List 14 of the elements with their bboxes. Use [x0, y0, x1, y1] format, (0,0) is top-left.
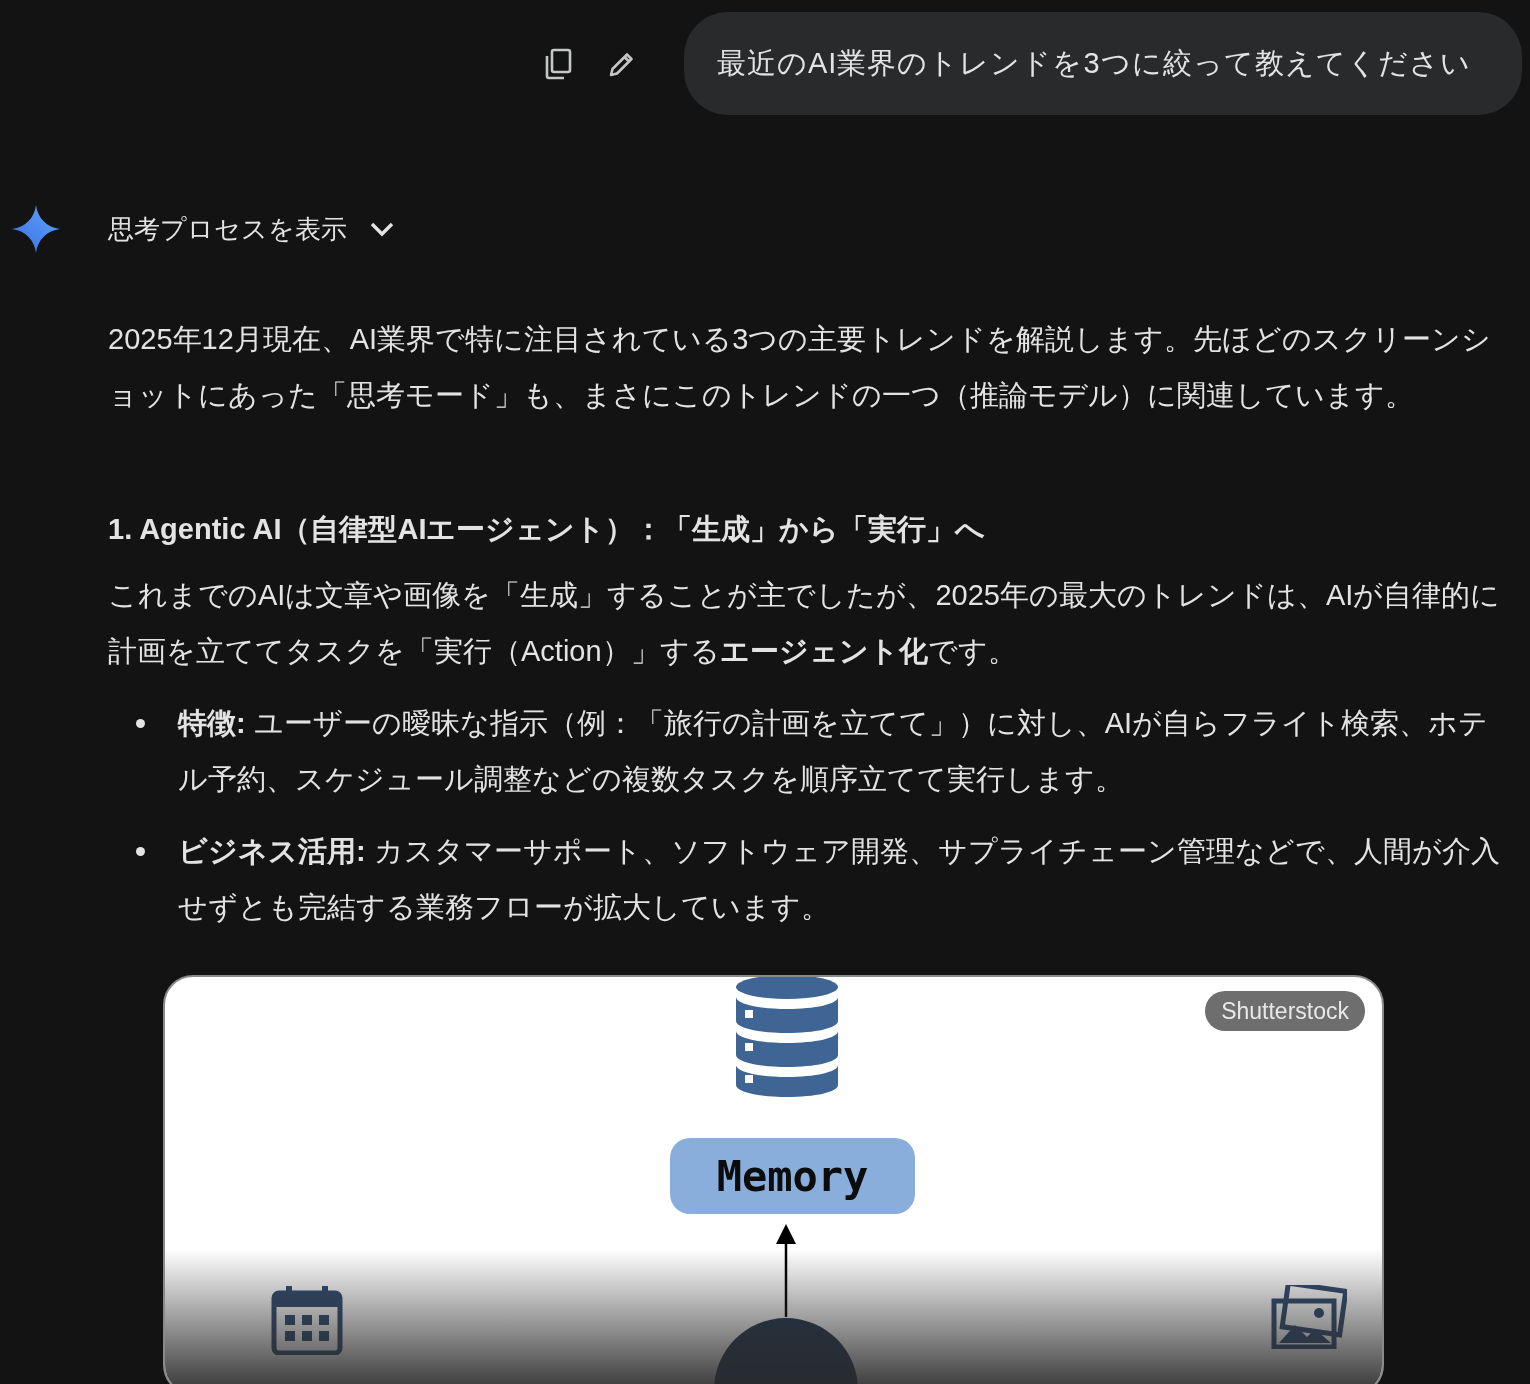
calendar-icon [271, 1285, 343, 1355]
section-heading: 1. Agentic AI（自律型AIエージェント）：「生成」から「実行」へ [108, 512, 987, 547]
memory-node: Memory [670, 1138, 915, 1214]
sparkle-icon [12, 205, 60, 253]
bullet-text: 特徴: ユーザーの曖昧な指示（例：「旅行の計画を立てて」）に対し、AIが自らフライト検索、ホテル予約、スケジュール調整などの複数タスクを順序立てて実行します。 [178, 706, 1490, 797]
image-icon [1271, 1285, 1347, 1349]
bullet-icon [136, 847, 145, 856]
bullet-icon [136, 719, 145, 728]
intro-paragraph: 2025年12月現在、AI業界で特に注目されている3つの主要トレンドを解説します。先ほどのスクリーンショットにあった「思考モード」も、まさにこのトレンドの一つ（推論モデル）に関連しています。 [108, 322, 1493, 413]
user-message: 最近のAI業界のトレンドを3つに絞って教えてください [684, 12, 1522, 115]
bullet-text: ビジネス活用: カスタマーサポート、ソフトウェア開発、サプライチェーン管理などで、人間が介入せずとも完結する業務フローが拡大しています。 [178, 834, 1501, 925]
show-thinking-toggle[interactable]: 思考プロセスを表示 [108, 209, 395, 249]
source-chip[interactable]: Shutterstock [1205, 991, 1365, 1031]
section-paragraph: これまでのAIは文章や画像を「生成」することが主でしたが、2025年の最大のトレンドは、AIが自律的に計画を立ててタスクを「実行（Action）」するエージェント化です。 [108, 578, 1502, 669]
